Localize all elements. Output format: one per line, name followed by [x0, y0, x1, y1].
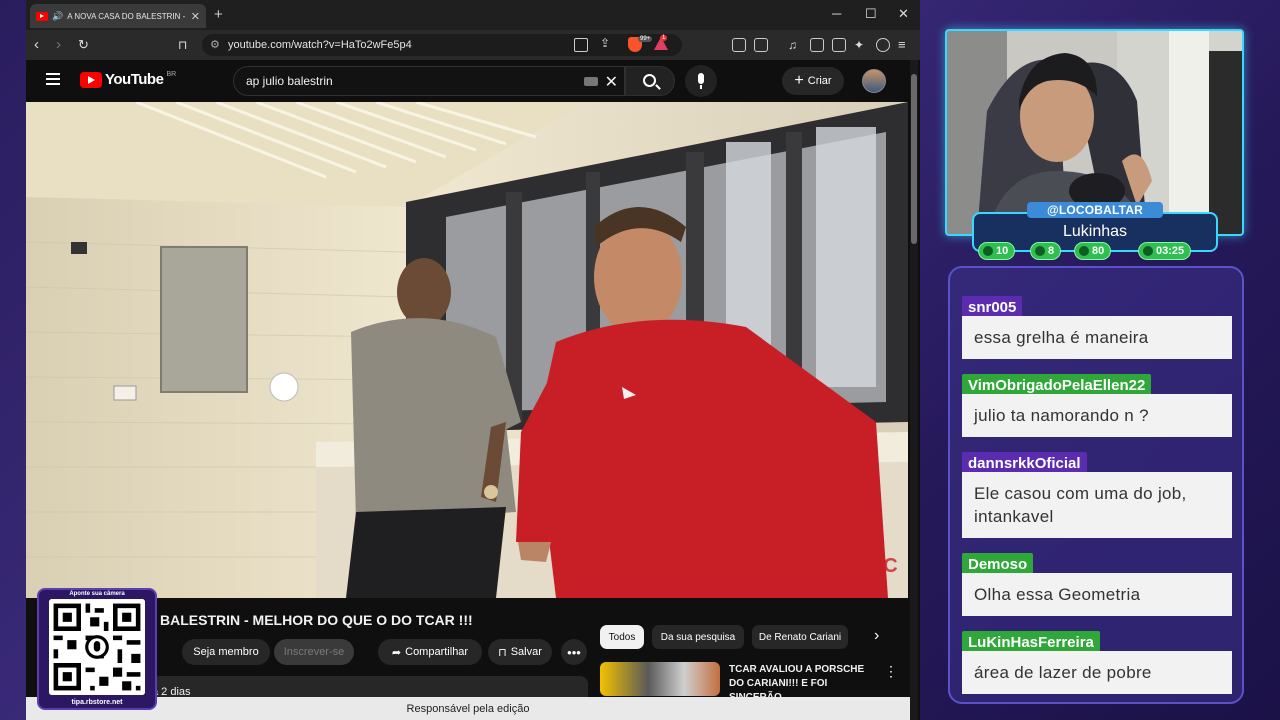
create-label: Criar — [807, 75, 832, 87]
svg-text:FC: FC — [871, 555, 898, 577]
address-toolbar: ‹ › ↻ ⊓ ⚙ youtube.com/watch?v=HaTo2wFe5p… — [26, 30, 920, 60]
extension-2-icon[interactable] — [754, 38, 768, 52]
save-button[interactable]: ⊓ Salvar — [488, 639, 552, 665]
qr-overlay: Aponte sua câmera tipa.rbstore.net — [37, 588, 157, 710]
search-query: ap julio balestrin — [246, 74, 333, 88]
subscribe-button[interactable]: Inscrever-se — [274, 639, 354, 665]
chips-next-icon[interactable]: › — [874, 627, 879, 645]
qr-bottom-text: tipa.rbstore.net — [71, 699, 123, 706]
speaker-icon[interactable]: 🔊 — [52, 11, 63, 22]
chat-username: VimObrigadoPelaEllen22 — [962, 374, 1152, 396]
chat-username: Demoso — [962, 553, 1034, 575]
status-bar: Responsável pela edição — [26, 697, 910, 720]
hamburger-menu-icon[interactable] — [46, 73, 60, 88]
back-icon[interactable]: ‹ — [34, 36, 39, 53]
more-actions-icon[interactable]: ••• — [561, 639, 587, 665]
youtube-wordmark: YouTube — [105, 71, 164, 88]
chat-username: LuKinHasFerreira — [962, 631, 1100, 653]
region-code: BR — [166, 71, 177, 78]
bookmark-icon[interactable]: ⊓ — [178, 38, 187, 52]
chat-message: Olha essa Geometria — [962, 573, 1232, 616]
search-icon — [643, 74, 656, 87]
recommended-more-icon[interactable]: ⋮ — [884, 663, 898, 680]
wallet-icon[interactable] — [832, 38, 846, 52]
search-button[interactable] — [625, 66, 675, 96]
chip-from-channel[interactable]: De Renato Cariani — [752, 625, 848, 649]
account-avatar[interactable] — [862, 69, 886, 93]
join-button[interactable]: Seja membro — [182, 639, 270, 665]
chat-message: julio ta namorando n ? — [962, 394, 1232, 437]
share-icon[interactable]: ⇪ — [600, 36, 614, 50]
clear-search-icon[interactable]: ✕ — [605, 72, 618, 92]
chat-message: essa grelha é maneira — [962, 316, 1232, 359]
share-label: Compartilhar — [405, 646, 469, 658]
video-frame: FC — [26, 102, 908, 598]
maximize-button[interactable]: ☐ — [865, 6, 877, 22]
forward-icon[interactable]: › — [56, 36, 61, 53]
keyboard-icon[interactable] — [584, 77, 598, 86]
stat-uptime: 03:25 — [1138, 242, 1192, 260]
extensions-icon[interactable] — [732, 38, 746, 52]
streamer-handle: @LOCOBALTAR — [1027, 202, 1163, 218]
shields-count-badge: 99+ — [638, 36, 653, 42]
reload-icon[interactable]: ↻ — [78, 37, 89, 53]
share-button[interactable]: ➦ Compartilhar — [378, 639, 482, 665]
voice-search-icon[interactable] — [685, 65, 717, 97]
scrollbar-thumb[interactable] — [911, 74, 917, 244]
stat-kick: 80 — [1074, 242, 1112, 260]
site-settings-icon[interactable]: ⚙ — [210, 38, 220, 51]
tab-close-icon[interactable]: ✕ — [191, 10, 200, 23]
plus-icon: + — [794, 72, 804, 89]
stat-twitch: 10 — [978, 242, 1016, 260]
chat-username: snr005 — [962, 296, 1023, 318]
chat-message: área de lazer de pobre — [962, 651, 1232, 694]
browser-tab[interactable]: 🔊 A NOVA CASA DO BALESTRIN - ME ✕ — [30, 4, 206, 28]
create-button[interactable]: + Criar — [782, 67, 844, 95]
url-text: youtube.com/watch?v=HaTo2wFe5p4 — [228, 39, 412, 51]
qr-code — [49, 599, 145, 695]
minimize-button[interactable]: ─ — [832, 6, 841, 21]
music-icon[interactable]: ♫ — [788, 38, 797, 52]
chip-from-search[interactable]: Da sua pesquisa — [652, 625, 744, 649]
stat-uptime-value: 03:25 — [1156, 245, 1185, 257]
youtube-favicon-icon — [36, 11, 48, 21]
menu-icon[interactable]: ≡ — [898, 37, 906, 52]
save-label: Salvar — [510, 646, 542, 658]
stat-twitch-value: 10 — [996, 245, 1009, 257]
close-window-button[interactable]: ✕ — [898, 6, 909, 22]
stat-youtube: 8 — [1030, 242, 1062, 260]
share-arrow-icon: ➦ — [391, 646, 402, 659]
video-title: BALESTRIN - MELHOR DO QUE O DO TCAR !!! — [160, 612, 473, 628]
clock-icon — [1143, 246, 1153, 256]
youtube-icon — [1035, 246, 1045, 256]
leo-ai-icon[interactable]: ✦ — [854, 38, 864, 52]
stat-youtube-value: 8 — [1048, 245, 1055, 257]
chat-username: dannsrkkOficial — [962, 452, 1087, 474]
tab-title: A NOVA CASA DO BALESTRIN - ME — [67, 11, 187, 21]
youtube-play-icon — [80, 71, 102, 88]
video-player[interactable]: FC — [26, 102, 908, 598]
kick-icon — [1079, 246, 1089, 256]
chip-all[interactable]: Todos — [600, 625, 644, 649]
new-tab-icon[interactable]: + — [214, 6, 223, 23]
page-scrollbar[interactable] — [910, 60, 918, 720]
twitch-icon — [983, 246, 993, 256]
recommended-thumbnail[interactable] — [600, 662, 720, 696]
youtube-logo[interactable]: YouTube BR — [80, 71, 176, 88]
browser-window: 🔊 A NOVA CASA DO BALESTRIN - ME ✕ + ─ ☐ … — [26, 0, 920, 720]
save-icon: ⊓ — [498, 646, 507, 659]
search-input[interactable]: ap julio balestrin ✕ — [233, 66, 625, 96]
cast-icon[interactable] — [574, 38, 588, 52]
qr-top-text: Aponte sua câmera — [69, 591, 125, 597]
sidebar-icon[interactable] — [810, 38, 824, 52]
tab-bar: 🔊 A NOVA CASA DO BALESTRIN - ME ✕ + ─ ☐ … — [26, 0, 920, 30]
stat-kick-value: 80 — [1092, 245, 1105, 257]
chat-message: Ele casou com uma do job, intankavel — [962, 472, 1232, 538]
youtube-header: YouTube BR ap julio balestrin ✕ + Criar — [26, 60, 910, 102]
vpn-icon[interactable] — [876, 38, 890, 52]
streamer-name: Lukinhas — [1062, 223, 1128, 240]
